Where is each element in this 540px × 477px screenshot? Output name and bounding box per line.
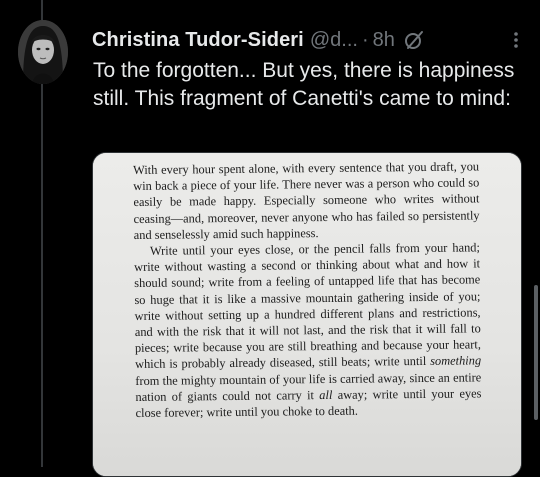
avatar[interactable] — [18, 20, 68, 84]
book-paragraph-1: With every hour spent alone, with every … — [133, 159, 480, 242]
scrollbar-thumb[interactable] — [534, 285, 538, 420]
avatar-portrait-icon — [18, 20, 68, 84]
book-emphasis-something: something — [430, 353, 482, 369]
book-page-text: With every hour spent alone, with every … — [133, 158, 482, 421]
book-paragraph-2-part-1: Write until your eyes close, or the penc… — [134, 240, 482, 372]
more-options-icon[interactable] — [506, 30, 526, 50]
author-handle[interactable]: @d... — [310, 29, 358, 52]
tweet-header: Christina Tudor-Sideri @d... · 8h — [92, 27, 526, 53]
grok-icon[interactable] — [403, 29, 425, 51]
book-emphasis-all: all — [319, 387, 333, 402]
tweet-image[interactable]: With every hour spent alone, with every … — [92, 152, 522, 477]
timestamp[interactable]: 8h — [373, 29, 395, 52]
book-paragraph-2: Write until your eyes close, or the penc… — [134, 239, 482, 421]
tweet-text: To the forgotten... But yes, there is ha… — [93, 59, 515, 110]
author-display-name[interactable]: Christina Tudor-Sideri — [92, 29, 304, 52]
book-page-photo: With every hour spent alone, with every … — [93, 153, 521, 476]
separator-dot: · — [361, 28, 369, 51]
